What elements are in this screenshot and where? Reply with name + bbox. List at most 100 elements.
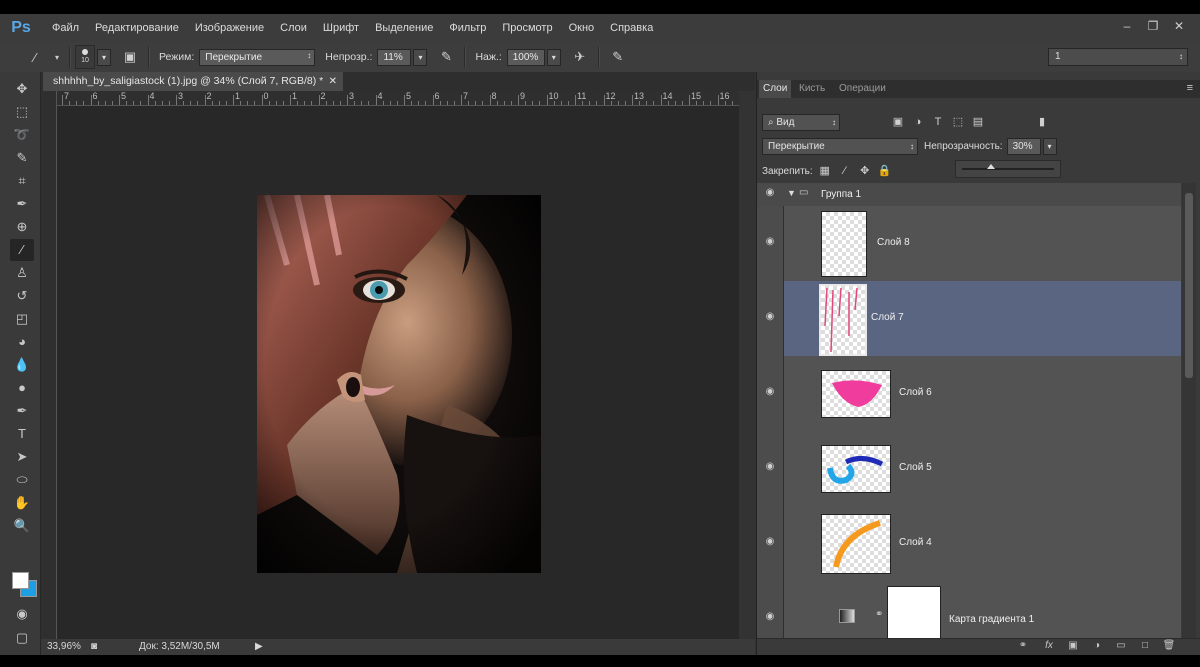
blend-mode-select[interactable]: Перекрытие ↕	[762, 137, 918, 155]
adjustment-layer-icon[interactable]: ◑	[1089, 640, 1105, 654]
pressure-dropdown[interactable]: ▾	[546, 48, 561, 66]
panel-menu-icon[interactable]: ≡	[1187, 82, 1193, 94]
share-icon[interactable]: ◙	[91, 639, 97, 655]
mode-select[interactable]: Перекрытие ↕	[199, 48, 316, 66]
tablet-size-icon[interactable]: ✎	[607, 47, 629, 67]
lock-image-icon[interactable]: ∕	[837, 163, 853, 179]
menu-edit[interactable]: Редактирование	[87, 22, 187, 34]
document-tab[interactable]: shhhhh_by_saligiastock (1).jpg @ 34% (Сл…	[43, 72, 343, 91]
menu-image[interactable]: Изображение	[187, 22, 272, 34]
tab-brush[interactable]: Кисть	[795, 80, 829, 98]
screen-mode-icon[interactable]: ▢	[10, 627, 34, 649]
airbrush-icon[interactable]: ✈	[569, 47, 591, 67]
blur-tool-icon[interactable]: 💧	[10, 354, 34, 376]
layer-row[interactable]: ◉ Слой 6	[757, 356, 1181, 432]
menu-select[interactable]: Выделение	[367, 22, 441, 34]
visibility-eye-icon[interactable]: ◉	[763, 461, 777, 475]
close-icon[interactable]: ✕	[1170, 18, 1188, 34]
pressure-input[interactable]: 100%	[506, 48, 545, 66]
fx-icon[interactable]: fx	[1041, 640, 1057, 654]
opacity-input[interactable]: 11%	[377, 48, 412, 66]
quick-select-tool-icon[interactable]: ✎	[10, 147, 34, 169]
paint-bucket-tool-icon[interactable]: ◕	[10, 331, 34, 353]
brush-panel-icon[interactable]: ▣	[119, 47, 141, 67]
status-menu-icon[interactable]: ▶	[255, 639, 263, 655]
menu-file[interactable]: Файл	[44, 22, 87, 34]
canvas-scrollbar[interactable]	[739, 91, 755, 639]
filter-pixel-icon[interactable]: ▣	[890, 114, 906, 130]
quick-mask-icon[interactable]: ◉	[10, 603, 34, 625]
lock-transparent-icon[interactable]: ▦	[817, 163, 833, 179]
filter-type-icon[interactable]: T	[930, 114, 946, 130]
link-icon[interactable]: ⚭	[875, 609, 883, 620]
menu-type[interactable]: Шрифт	[315, 22, 367, 34]
brush-size-dropdown[interactable]: ▾	[97, 48, 111, 66]
lock-all-icon[interactable]: 🔒	[877, 163, 893, 179]
chevron-down-icon[interactable]: ▾	[52, 47, 62, 67]
filter-toggle-icon[interactable]: ▮	[1034, 114, 1050, 130]
menu-window[interactable]: Окно	[561, 22, 603, 34]
tab-actions[interactable]: Операции	[835, 80, 890, 98]
marquee-tool-icon[interactable]: ⬚	[10, 101, 34, 123]
layer-row[interactable]: ◉ Слой 8	[757, 206, 1181, 282]
workspace-select[interactable]: 1 ↕	[1048, 48, 1188, 66]
filter-select[interactable]: ⌕ Вид ↕	[762, 113, 840, 131]
pen-tool-icon[interactable]: ✒	[10, 400, 34, 422]
menu-filter[interactable]: Фильтр	[441, 22, 494, 34]
filter-adjustment-icon[interactable]: ◑	[910, 114, 926, 130]
visibility-eye-icon[interactable]: ◉	[763, 386, 777, 400]
trash-icon[interactable]: 🗑	[1161, 640, 1177, 654]
move-tool-icon[interactable]: ✥	[10, 78, 34, 100]
add-mask-icon[interactable]: ▣	[1065, 640, 1081, 654]
visibility-eye-icon[interactable]: ◉	[763, 311, 777, 325]
restore-icon[interactable]: ❐	[1144, 18, 1162, 34]
visibility-eye-icon[interactable]: ◉	[763, 611, 777, 625]
layers-scrollbar[interactable]	[1182, 183, 1196, 638]
ellipse-tool-icon[interactable]: ⬭	[10, 469, 34, 491]
zoom-level[interactable]: 33,96%	[47, 639, 81, 655]
new-layer-icon[interactable]: □	[1137, 640, 1153, 654]
group-expand-icon[interactable]: ▼	[787, 188, 796, 198]
layer-group-row[interactable]: ◉ ▼ ▭ Группа 1	[757, 183, 1181, 207]
lock-position-icon[interactable]: ✥	[857, 163, 873, 179]
menu-layers[interactable]: Слои	[272, 22, 315, 34]
hand-tool-icon[interactable]: ✋	[10, 492, 34, 514]
menu-view[interactable]: Просмотр	[494, 22, 560, 34]
layer-row[interactable]: ◉ Слой 5	[757, 431, 1181, 507]
brush-preset-icon[interactable]: ∕	[24, 47, 46, 67]
layer-row[interactable]: ◉ ⚭ Карта градиента 1	[757, 581, 1181, 638]
menu-help[interactable]: Справка	[602, 22, 661, 34]
document-image[interactable]	[257, 195, 541, 573]
crop-tool-icon[interactable]: ⌗	[10, 170, 34, 192]
type-tool-icon[interactable]: T	[10, 423, 34, 445]
eraser-tool-icon[interactable]: ◰	[10, 308, 34, 330]
minimize-icon[interactable]: –	[1118, 18, 1136, 34]
lasso-tool-icon[interactable]: ➰	[10, 124, 34, 146]
scrollbar-thumb[interactable]	[1185, 193, 1193, 378]
visibility-eye-icon[interactable]: ◉	[763, 536, 777, 550]
path-select-tool-icon[interactable]: ➤	[10, 446, 34, 468]
brush-size-picker[interactable]: 10	[75, 45, 95, 69]
filter-smart-object-icon[interactable]: ▤	[970, 114, 986, 130]
layer-row-selected[interactable]: ◉ Слой 7	[757, 281, 1181, 357]
visibility-eye-icon[interactable]: ◉	[763, 187, 777, 201]
new-group-icon[interactable]: ▭	[1113, 640, 1129, 654]
link-layers-icon[interactable]: ⚭	[1015, 640, 1031, 654]
filter-shape-icon[interactable]: ⬚	[950, 114, 966, 130]
zoom-tool-icon[interactable]: 🔍	[10, 515, 34, 537]
eyedropper-tool-icon[interactable]: ✒	[10, 193, 34, 215]
foreground-color-swatch[interactable]	[12, 572, 29, 589]
close-tab-icon[interactable]: ✕	[329, 72, 337, 91]
tablet-opacity-icon[interactable]: ✎	[435, 47, 457, 67]
dodge-tool-icon[interactable]: ●	[10, 377, 34, 399]
layer-opacity-input[interactable]: 30%	[1006, 137, 1041, 155]
clone-stamp-tool-icon[interactable]: ♙	[10, 262, 34, 284]
brush-tool-icon[interactable]: ∕	[10, 239, 34, 261]
visibility-eye-icon[interactable]: ◉	[763, 236, 777, 250]
history-brush-tool-icon[interactable]: ↺	[10, 285, 34, 307]
opacity-dropdown[interactable]: ▾	[413, 48, 428, 66]
layer-row[interactable]: ◉ Слой 4	[757, 506, 1181, 582]
tab-layers[interactable]: Слои	[759, 80, 792, 98]
layer-opacity-dropdown[interactable]: ▾	[1042, 137, 1057, 155]
healing-tool-icon[interactable]: ⊕	[10, 216, 34, 238]
